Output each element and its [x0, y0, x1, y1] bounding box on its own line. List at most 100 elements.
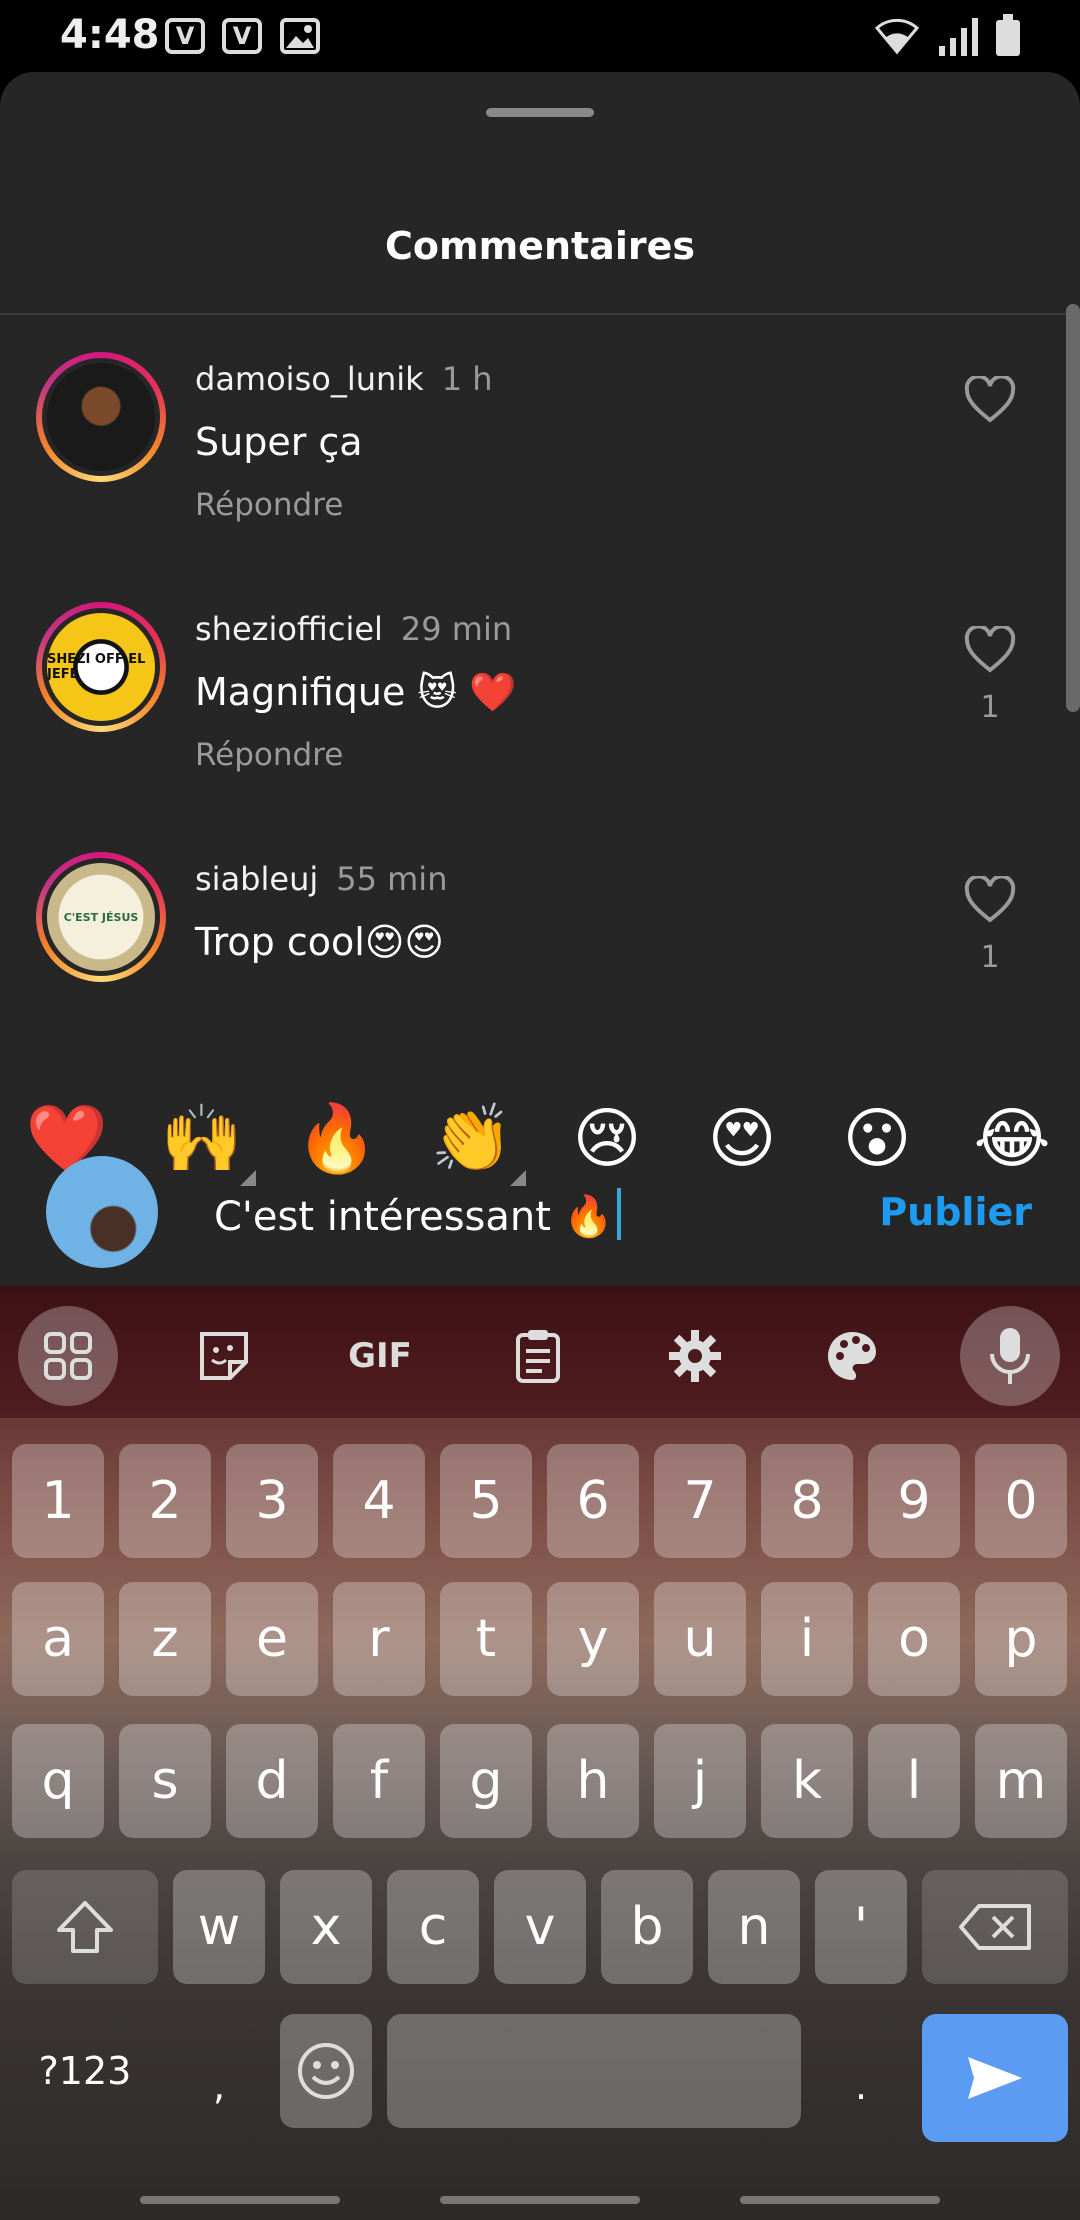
apps-grid-icon[interactable]	[18, 1306, 118, 1406]
gif-button[interactable]: GIF	[330, 1306, 430, 1406]
avatar[interactable]	[36, 352, 166, 482]
key-1[interactable]: 1	[12, 1444, 104, 1558]
like-heart-icon[interactable]	[964, 876, 1016, 924]
key-a[interactable]: a	[12, 1582, 104, 1696]
status-icons	[873, 14, 1020, 56]
like-heart-icon[interactable]	[964, 376, 1016, 424]
publish-button[interactable]: Publier	[879, 1190, 1032, 1234]
comment-text: Trop cool😍😍	[195, 920, 445, 964]
send-key[interactable]	[922, 2014, 1068, 2142]
avatar-logo-text: SHEZI OFF EL JEFE	[47, 652, 146, 682]
key-b[interactable]: b	[601, 1870, 693, 1984]
key-h[interactable]: h	[547, 1724, 639, 1838]
key-0[interactable]: 0	[975, 1444, 1067, 1558]
sheet-drag-handle[interactable]	[486, 108, 594, 117]
comment-composer: C'est intéressant 🔥 Publier	[0, 1136, 1080, 1286]
key-n[interactable]: n	[708, 1870, 800, 1984]
comment-time: 1 h	[441, 360, 493, 398]
comment-time: 29 min	[400, 610, 513, 648]
battery-icon	[996, 14, 1020, 56]
key-s[interactable]: s	[119, 1724, 211, 1838]
key-f[interactable]: f	[333, 1724, 425, 1838]
nav-recents-indicator[interactable]	[740, 2196, 940, 2204]
current-user-avatar	[46, 1156, 158, 1268]
key-p[interactable]: p	[975, 1582, 1067, 1696]
key-comma[interactable]: ,	[173, 2014, 265, 2128]
key-i[interactable]: i	[761, 1582, 853, 1696]
key-l[interactable]: l	[868, 1724, 960, 1838]
sticker-icon[interactable]	[174, 1306, 274, 1406]
comment-text: Magnifique 😻 ❤️	[195, 670, 517, 714]
backspace-key[interactable]	[922, 1870, 1068, 1984]
sheet-title: Commentaires	[385, 224, 695, 268]
keyboard-toolbar: GIF	[0, 1286, 1080, 1418]
key-o[interactable]: o	[868, 1582, 960, 1696]
microphone-icon[interactable]	[960, 1306, 1060, 1406]
nav-home-indicator[interactable]	[440, 2196, 640, 2204]
vlc-notification-icon-2: V	[222, 18, 262, 54]
key-d[interactable]: d	[226, 1724, 318, 1838]
key-r[interactable]: r	[333, 1582, 425, 1696]
title-divider	[0, 313, 1080, 315]
key-x[interactable]: x	[280, 1870, 372, 1984]
gallery-notification-icon	[280, 18, 320, 54]
text-cursor	[617, 1188, 622, 1240]
comment-input[interactable]: C'est intéressant 🔥	[214, 1188, 622, 1240]
key-6[interactable]: 6	[547, 1444, 639, 1558]
status-time: 4:48	[60, 12, 160, 58]
key-4[interactable]: 4	[333, 1444, 425, 1558]
keyboard: GIF 1 2 3 4 5 6 7 8 9 0 a z e r t y u i …	[0, 1286, 1080, 2220]
key-period[interactable]: .	[815, 2014, 907, 2128]
space-bar[interactable]	[387, 2014, 801, 2128]
comment-item: SHEZI OFF EL JEFE sheziofficiel 29 min Ma…	[0, 602, 1080, 822]
comment-username[interactable]: damoiso_lunik	[195, 360, 424, 398]
key-8[interactable]: 8	[761, 1444, 853, 1558]
avatar-logo-text: C'EST JÉSUS	[63, 910, 139, 924]
key-2[interactable]: 2	[119, 1444, 211, 1558]
emoji-key[interactable]	[280, 2014, 372, 2128]
avatar[interactable]: SHEZI OFF EL JEFE	[36, 602, 166, 732]
comments-sheet: Commentaires damoiso_lunik 1 h Super ça R…	[0, 72, 1080, 1286]
key-5[interactable]: 5	[440, 1444, 532, 1558]
like-heart-icon[interactable]	[964, 626, 1016, 674]
like-count: 1	[980, 940, 1000, 975]
theme-palette-icon[interactable]	[802, 1306, 902, 1406]
symbols-key[interactable]: ?123	[12, 2014, 158, 2128]
navigation-bar	[0, 2176, 1080, 2220]
key-g[interactable]: g	[440, 1724, 532, 1838]
key-t[interactable]: t	[440, 1582, 532, 1696]
key-z[interactable]: z	[119, 1582, 211, 1696]
key-v[interactable]: v	[494, 1870, 586, 1984]
comment-username[interactable]: siableuj	[195, 860, 318, 898]
clipboard-icon[interactable]	[488, 1306, 588, 1406]
key-y[interactable]: y	[547, 1582, 639, 1696]
comment-text: Super ça	[195, 420, 363, 464]
reply-button[interactable]: Répondre	[195, 487, 343, 523]
comment-username[interactable]: sheziofficiel	[195, 610, 383, 648]
key-j[interactable]: j	[654, 1724, 746, 1838]
comment-item: damoiso_lunik 1 h Super ça Répondre	[0, 352, 1080, 572]
key-m[interactable]: m	[975, 1724, 1067, 1838]
settings-gear-icon[interactable]	[645, 1306, 745, 1406]
key-3[interactable]: 3	[226, 1444, 318, 1558]
shift-key[interactable]	[12, 1870, 158, 1984]
key-apostrophe[interactable]: '	[815, 1870, 907, 1984]
vlc-notification-icon: V	[165, 18, 205, 54]
key-e[interactable]: e	[226, 1582, 318, 1696]
like-count: 1	[980, 690, 1000, 725]
reply-button[interactable]: Répondre	[195, 737, 343, 773]
nav-back-indicator[interactable]	[140, 2196, 340, 2204]
key-u[interactable]: u	[654, 1582, 746, 1696]
key-w[interactable]: w	[173, 1870, 265, 1984]
signal-icon	[939, 16, 978, 56]
wifi-icon	[874, 18, 920, 55]
status-bar: 4:48 V V	[0, 0, 1080, 72]
avatar[interactable]: C'EST JÉSUS	[36, 852, 166, 982]
key-7[interactable]: 7	[654, 1444, 746, 1558]
comment-item: C'EST JÉSUS siableuj 55 min Trop cool😍😍 1	[0, 852, 1080, 1072]
comment-time: 55 min	[336, 860, 448, 898]
key-c[interactable]: c	[387, 1870, 479, 1984]
key-q[interactable]: q	[12, 1724, 104, 1838]
key-9[interactable]: 9	[868, 1444, 960, 1558]
key-k[interactable]: k	[761, 1724, 853, 1838]
